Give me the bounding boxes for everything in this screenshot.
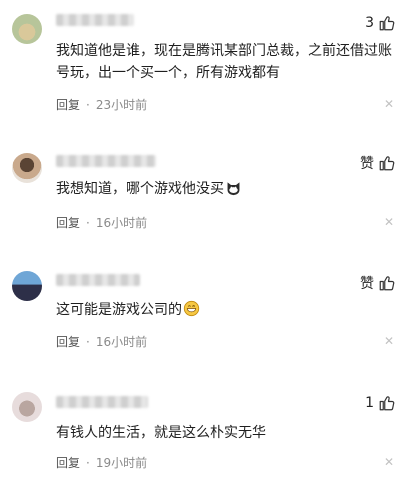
- avatar[interactable]: [12, 271, 42, 301]
- avatar[interactable]: [12, 153, 42, 183]
- username-blurred[interactable]: [56, 155, 156, 167]
- like-label: 赞: [360, 156, 374, 172]
- reply-button[interactable]: 回复: [56, 333, 80, 350]
- close-icon[interactable]: ✕: [384, 215, 394, 229]
- timestamp: 16小时前: [95, 216, 148, 230]
- comment-text: 我想知道，哪个游戏他没买: [56, 178, 394, 200]
- comment-meta: 回复 · 16小时前: [56, 333, 147, 350]
- separator-dot: ·: [86, 97, 90, 112]
- thumbs-up-icon: [379, 276, 395, 291]
- like-count: 3: [365, 15, 374, 31]
- like-button[interactable]: 赞: [360, 153, 396, 173]
- comment-meta: 回复 · 19小时前: [56, 454, 147, 471]
- thumbs-up-icon: [379, 16, 395, 31]
- separator-dot: ·: [86, 334, 90, 349]
- grinning-face-icon: [183, 300, 200, 317]
- cat-face-icon: [227, 182, 240, 196]
- close-icon[interactable]: ✕: [384, 97, 394, 111]
- thumbs-up-icon: [379, 156, 395, 171]
- close-icon[interactable]: ✕: [384, 455, 394, 469]
- comment-meta: 回复 · 23小时前: [56, 96, 147, 113]
- like-button[interactable]: 1: [365, 394, 396, 412]
- username-blurred[interactable]: [56, 14, 134, 26]
- username-blurred[interactable]: [56, 396, 148, 408]
- avatar[interactable]: [12, 14, 42, 44]
- comment-text: 这可能是游戏公司的: [56, 299, 394, 321]
- timestamp: 16小时前: [95, 335, 148, 349]
- like-button[interactable]: 赞: [360, 273, 396, 293]
- thumbs-up-icon: [379, 396, 395, 411]
- timestamp: 19小时前: [95, 456, 148, 470]
- comment-text-body: 我想知道，哪个游戏他没买: [56, 181, 224, 197]
- like-count: 1: [365, 395, 374, 411]
- comment-text: 我知道他是谁，现在是腾讯某部门总裁，之前还借过账号玩，出一个买一个，所有游戏都有: [56, 43, 392, 81]
- separator-dot: ·: [86, 215, 90, 230]
- avatar[interactable]: [12, 392, 42, 422]
- separator-dot: ·: [86, 455, 90, 470]
- comment-text: 有钱人的生活，就是这么朴实无华: [56, 425, 266, 441]
- reply-button[interactable]: 回复: [56, 454, 80, 471]
- reply-button[interactable]: 回复: [56, 214, 80, 231]
- like-label: 赞: [360, 276, 374, 292]
- comment-meta: 回复 · 16小时前: [56, 214, 147, 231]
- like-button[interactable]: 3: [365, 14, 396, 32]
- username-blurred[interactable]: [56, 274, 140, 286]
- comment-text-body: 这可能是游戏公司的: [56, 302, 182, 318]
- reply-button[interactable]: 回复: [56, 96, 80, 113]
- close-icon[interactable]: ✕: [384, 334, 394, 348]
- timestamp: 23小时前: [95, 98, 148, 112]
